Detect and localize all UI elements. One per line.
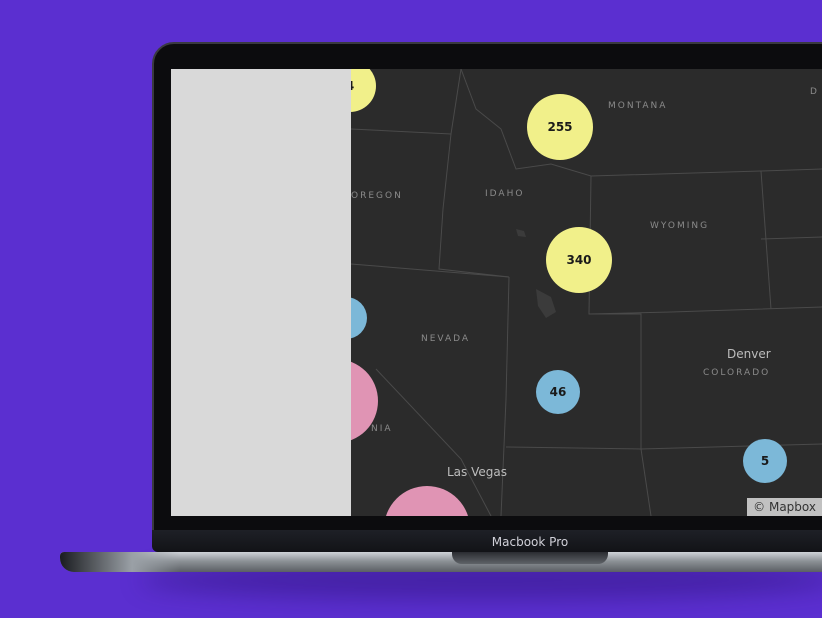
state-label: OREGON bbox=[351, 191, 403, 201]
state-label: NIA bbox=[371, 424, 393, 434]
laptop-screen: MONTANA IDAHO OREGON WYOMING NEVADA COLO… bbox=[171, 69, 822, 516]
cluster-marker[interactable]: 340 bbox=[546, 227, 612, 293]
laptop-notch bbox=[452, 552, 608, 564]
cluster-marker[interactable]: 46 bbox=[536, 370, 580, 414]
laptop-base-edge bbox=[60, 552, 180, 572]
state-label: IDAHO bbox=[485, 189, 525, 199]
state-label: MONTANA bbox=[608, 101, 668, 111]
cluster-marker[interactable]: 5 bbox=[743, 439, 787, 483]
sidebar-panel bbox=[171, 69, 351, 516]
device-label: Macbook Pro bbox=[491, 535, 569, 549]
state-label: COLORADO bbox=[703, 368, 771, 378]
city-label-denver: Denver bbox=[727, 347, 771, 361]
city-label-las-vegas: Las Vegas bbox=[447, 465, 507, 479]
state-label: NEVADA bbox=[421, 334, 471, 344]
cluster-marker[interactable]: 255 bbox=[527, 94, 593, 160]
state-label: WYOMING bbox=[650, 221, 710, 231]
state-label: D bbox=[810, 87, 819, 97]
map-attribution[interactable]: © Mapbox bbox=[747, 498, 822, 516]
